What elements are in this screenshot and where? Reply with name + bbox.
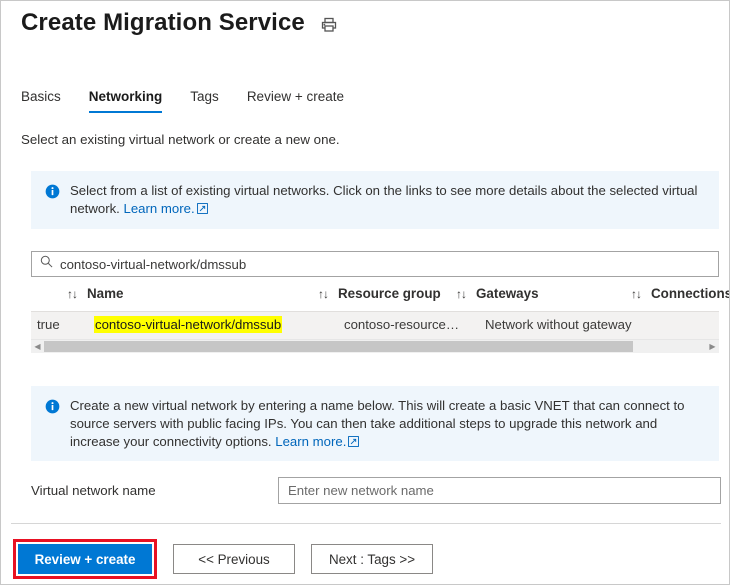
column-label-connections: Connections — [651, 286, 730, 301]
cell-name[interactable]: contoso-virtual-network/dmssub — [94, 316, 283, 333]
column-header-resource-group[interactable]: ↑↓ Resource group — [318, 286, 441, 301]
column-header-connections[interactable]: ↑↓ Connections — [631, 286, 730, 301]
scrollbar-thumb[interactable] — [44, 341, 634, 352]
previous-button[interactable]: << Previous — [173, 544, 295, 574]
virtual-network-name-input[interactable]: Enter new network name — [278, 477, 721, 504]
sort-icon-name[interactable]: ↑↓ — [67, 287, 78, 301]
external-link-icon[interactable] — [196, 201, 208, 219]
learn-more-link[interactable]: Learn more. — [124, 201, 195, 216]
tab-review-create[interactable]: Review + create — [233, 89, 358, 113]
vnet-search-value: contoso-virtual-network/dmssub — [60, 256, 247, 272]
footer-divider — [11, 523, 721, 524]
column-header-name[interactable]: ↑↓ Name — [67, 286, 123, 301]
cell-resource-group[interactable]: contoso-resource… — [344, 317, 459, 332]
tab-tags[interactable]: Tags — [176, 89, 233, 113]
printer-icon[interactable] — [319, 15, 339, 35]
review-create-highlight: Review + create — [13, 539, 157, 579]
virtual-network-name-placeholder: Enter new network name — [288, 483, 434, 498]
tab-networking[interactable]: Networking — [75, 89, 177, 113]
info-icon — [45, 399, 60, 414]
next-tags-button[interactable]: Next : Tags >> — [311, 544, 433, 574]
info-banner-text: Create a new virtual network by entering… — [70, 398, 685, 449]
sort-icon-gateways[interactable]: ↑↓ — [456, 287, 467, 301]
scroll-left-arrow-icon[interactable]: ◀ — [31, 340, 44, 353]
table-horizontal-scrollbar[interactable]: ◀ ▶ — [31, 339, 719, 353]
column-label-resource-group: Resource group — [338, 286, 441, 301]
virtual-network-name-row: Virtual network name Enter new network n… — [31, 477, 721, 505]
blade-header: Create Migration Service — [21, 9, 339, 37]
info-banner-text-block: Select from a list of existing virtual n… — [70, 182, 707, 219]
external-link-icon[interactable] — [348, 434, 360, 452]
cell-name-value[interactable]: contoso-virtual-network/dmssub — [94, 316, 283, 333]
create-migration-service-blade: Create Migration Service Basics Networki… — [0, 0, 730, 585]
info-icon — [45, 184, 60, 199]
page-title: Create Migration Service — [21, 9, 305, 36]
review-create-button[interactable]: Review + create — [18, 544, 152, 574]
cell-selected: true — [37, 317, 60, 332]
table-row[interactable]: true contoso-virtual-network/dmssub cont… — [31, 311, 719, 339]
scrollbar-track[interactable] — [44, 340, 706, 353]
info-banner-new-vnet: Create a new virtual network by entering… — [31, 386, 719, 461]
column-label-gateways: Gateways — [476, 286, 539, 301]
wizard-tabs: Basics Networking Tags Review + create — [19, 89, 358, 113]
tab-basics[interactable]: Basics — [19, 89, 75, 113]
section-description: Select an existing virtual network or cr… — [21, 132, 340, 147]
column-label-name: Name — [87, 286, 124, 301]
cell-gateways: Network without gateway — [485, 317, 632, 332]
wizard-footer: Review + create << Previous Next : Tags … — [13, 539, 433, 579]
vnet-table: ↑↓ Name ↑↓ Resource group ↑↓ Gateways ↑↓… — [31, 283, 729, 353]
column-header-gateways[interactable]: ↑↓ Gateways — [456, 286, 539, 301]
virtual-network-name-label: Virtual network name — [31, 483, 156, 498]
scroll-right-arrow-icon[interactable]: ▶ — [706, 340, 719, 353]
table-header-row: ↑↓ Name ↑↓ Resource group ↑↓ Gateways ↑↓… — [31, 283, 729, 311]
learn-more-link[interactable]: Learn more. — [275, 434, 346, 449]
vnet-search-input[interactable]: contoso-virtual-network/dmssub — [31, 251, 719, 277]
sort-icon-connections[interactable]: ↑↓ — [631, 287, 642, 301]
info-banner-existing-vnet: Select from a list of existing virtual n… — [31, 171, 719, 229]
info-banner-text-block: Create a new virtual network by entering… — [70, 397, 707, 452]
search-icon — [40, 255, 53, 273]
sort-icon-resource-group[interactable]: ↑↓ — [318, 287, 329, 301]
